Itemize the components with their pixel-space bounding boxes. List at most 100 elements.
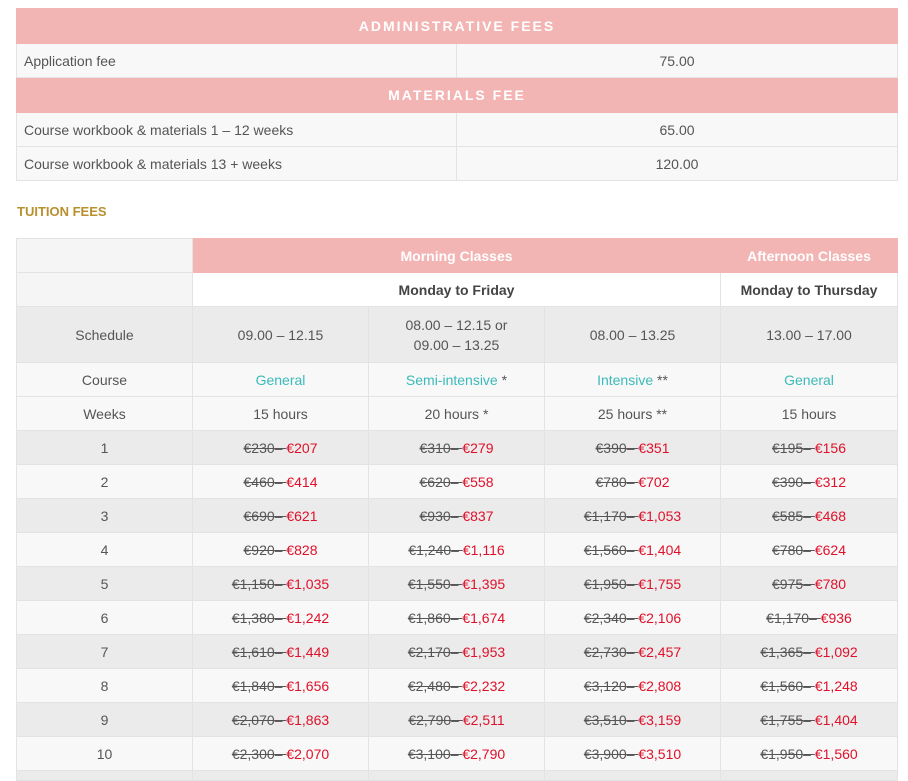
price-separator: – [274, 711, 287, 728]
empty-cell [368, 770, 545, 781]
price-separator: – [803, 507, 815, 524]
price-cell: €780– €702 [543, 464, 722, 499]
original-price: €195 [772, 439, 804, 456]
course-cell: Intensive ** [543, 362, 722, 397]
price-cell: €1,150– €1,035 [192, 566, 369, 601]
price-separator: – [274, 439, 287, 456]
price-cell: €690– €621 [192, 498, 369, 533]
table-row: 9 €2,070– €1,863 €2,790– €2,511 €3,510– €3,… [16, 702, 899, 737]
discounted-price: €351 [638, 439, 670, 456]
course-link-intensive[interactable]: Intensive [597, 372, 653, 388]
original-price: €3,100 [407, 745, 451, 762]
price-separator: – [626, 439, 639, 456]
week-number: 3 [16, 498, 193, 533]
discounted-price: €1,092 [814, 643, 858, 660]
discounted-price: €414 [286, 473, 318, 490]
discounted-price: €156 [814, 439, 847, 456]
discounted-price: €837 [462, 507, 494, 524]
schedule-cell: 13.00 – 17.00 [720, 306, 899, 363]
weeks-label: Weeks [16, 396, 193, 431]
original-price: €2,170 [407, 643, 451, 660]
discounted-price: €312 [814, 473, 847, 490]
course-cell: Semi-intensive * [368, 362, 545, 397]
week-number: 6 [16, 600, 193, 635]
discounted-price: €1,395 [462, 575, 506, 592]
price-separator: – [803, 575, 815, 592]
price-cell: €230– €207 [192, 430, 369, 465]
afternoon-days: Monday to Thursday [720, 272, 899, 307]
course-link-general[interactable]: General [256, 372, 306, 388]
fee-label: Application fee [16, 43, 457, 78]
original-price: €1,560 [583, 541, 627, 558]
discounted-price: €1,560 [814, 745, 858, 762]
original-price: €1,240 [408, 541, 452, 558]
price-cell: €2,170– €1,953 [368, 634, 545, 669]
price-separator: – [451, 711, 463, 728]
price-separator: – [626, 711, 639, 728]
price-separator: – [274, 745, 287, 762]
course-row: Course General Semi-intensive * Intensiv… [16, 362, 899, 397]
price-cell: €3,100– €2,790 [368, 736, 545, 771]
table-row: 8 €1,840– €1,656 €2,480– €2,232 €3,120– €2,… [16, 668, 899, 703]
price-separator: – [809, 609, 821, 626]
discounted-price: €1,053 [638, 507, 682, 524]
fee-value: 75.00 [455, 43, 899, 78]
course-note: * [497, 371, 508, 388]
table-row: 6 €1,380– €1,242 €1,860– €1,674 €2,340– €2,… [16, 600, 899, 635]
course-link-general[interactable]: General [784, 372, 834, 388]
weeks-row: Weeks 15 hours 20 hours * 25 hours ** 15… [16, 396, 899, 431]
original-price: €585 [772, 507, 804, 524]
original-price: €1,950 [760, 745, 804, 762]
price-cell: €1,755– €1,404 [720, 702, 899, 737]
discounted-price: €2,790 [462, 745, 506, 762]
discounted-price: €2,070 [286, 745, 330, 762]
original-price: €3,510 [583, 711, 627, 728]
table-row: Course workbook & materials 13 + weeks 1… [16, 146, 899, 181]
price-separator: – [450, 643, 463, 660]
table-row: 2 €460– €414 €620– €558 €780– €702 €390– €31… [16, 464, 899, 499]
original-price: €1,170 [583, 507, 627, 524]
course-link-semi-intensive[interactable]: Semi-intensive [406, 372, 498, 388]
original-price: €780 [772, 541, 804, 558]
original-price: €230 [243, 439, 275, 456]
discounted-price: €2,457 [638, 643, 682, 660]
price-cell: €975– €780 [720, 566, 899, 601]
price-cell: €2,300– €2,070 [192, 736, 369, 771]
price-separator: – [626, 609, 639, 626]
discounted-price: €468 [814, 507, 847, 524]
price-cell: €1,170– €1,053 [543, 498, 722, 533]
schedule-cell: 08.00 – 13.25 [543, 306, 722, 363]
discounted-price: €1,449 [286, 643, 330, 660]
price-cell: €780– €624 [720, 532, 899, 567]
hours-cell: 25 hours ** [543, 396, 722, 431]
discounted-price: €2,106 [638, 609, 682, 626]
discounted-price: €828 [286, 541, 318, 558]
price-cell: €1,860– €1,674 [368, 600, 545, 635]
schedule-line: 09.00 – 12.15 [237, 326, 324, 343]
price-cell: €310– €279 [368, 430, 545, 465]
price-separator: – [626, 745, 639, 762]
original-price: €1,860 [407, 609, 451, 626]
empty-cell [720, 770, 899, 781]
discounted-price: €1,674 [462, 609, 506, 626]
discounted-price: €621 [286, 507, 318, 524]
price-cell: €920– €828 [192, 532, 369, 567]
week-number: 7 [16, 634, 193, 669]
price-separator: – [803, 745, 815, 762]
price-cell: €195– €156 [720, 430, 899, 465]
original-price: €1,610 [231, 643, 275, 660]
schedule-line: 13.00 – 17.00 [766, 326, 852, 343]
original-price: €1,365 [760, 643, 804, 660]
empty-cell [192, 770, 369, 781]
price-cell: €2,070– €1,863 [192, 702, 369, 737]
price-separator: – [626, 507, 639, 524]
week-number: 8 [16, 668, 193, 703]
original-price: €1,170 [766, 609, 809, 626]
price-separator: – [274, 507, 287, 524]
price-cell: €1,365– €1,092 [720, 634, 899, 669]
morning-classes-header: Morning Classes [191, 238, 722, 273]
schedule-label: Schedule [16, 306, 193, 363]
price-cell: €1,560– €1,248 [720, 668, 899, 703]
price-separator: – [274, 643, 287, 660]
discounted-price: €279 [462, 439, 494, 456]
